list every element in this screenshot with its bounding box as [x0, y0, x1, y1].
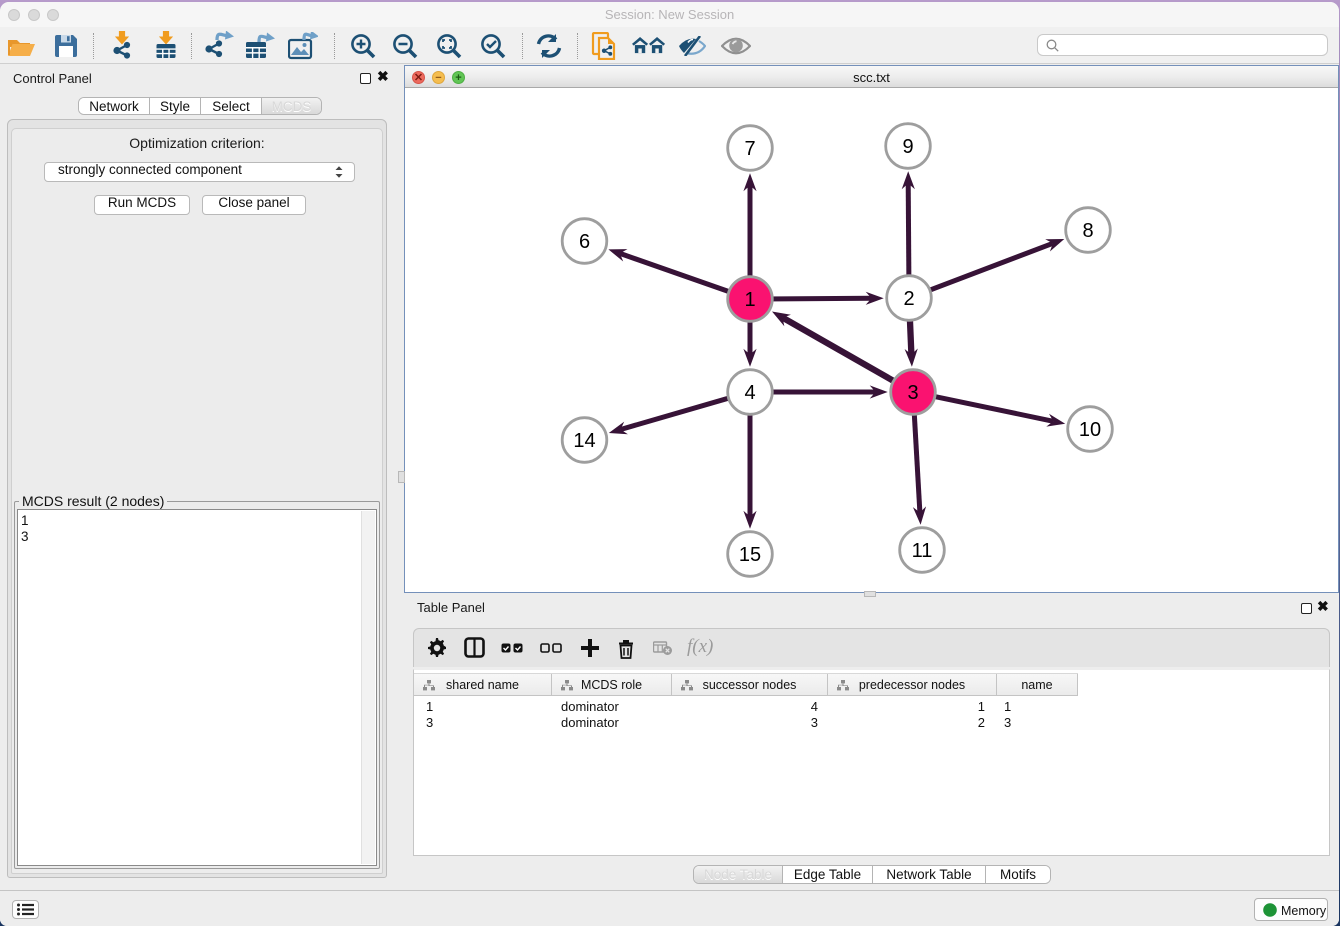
svg-text:11: 11	[912, 540, 933, 562]
svg-text:2: 2	[903, 288, 914, 310]
svg-text:4: 4	[744, 382, 755, 404]
svg-text:1: 1	[744, 289, 755, 311]
svg-text:6: 6	[579, 231, 590, 253]
svg-text:9: 9	[902, 136, 913, 158]
svg-text:15: 15	[739, 544, 761, 566]
svg-text:10: 10	[1079, 419, 1101, 441]
svg-text:14: 14	[573, 430, 595, 452]
svg-text:7: 7	[744, 138, 755, 160]
svg-text:3: 3	[907, 382, 918, 404]
svg-text:8: 8	[1082, 220, 1093, 242]
